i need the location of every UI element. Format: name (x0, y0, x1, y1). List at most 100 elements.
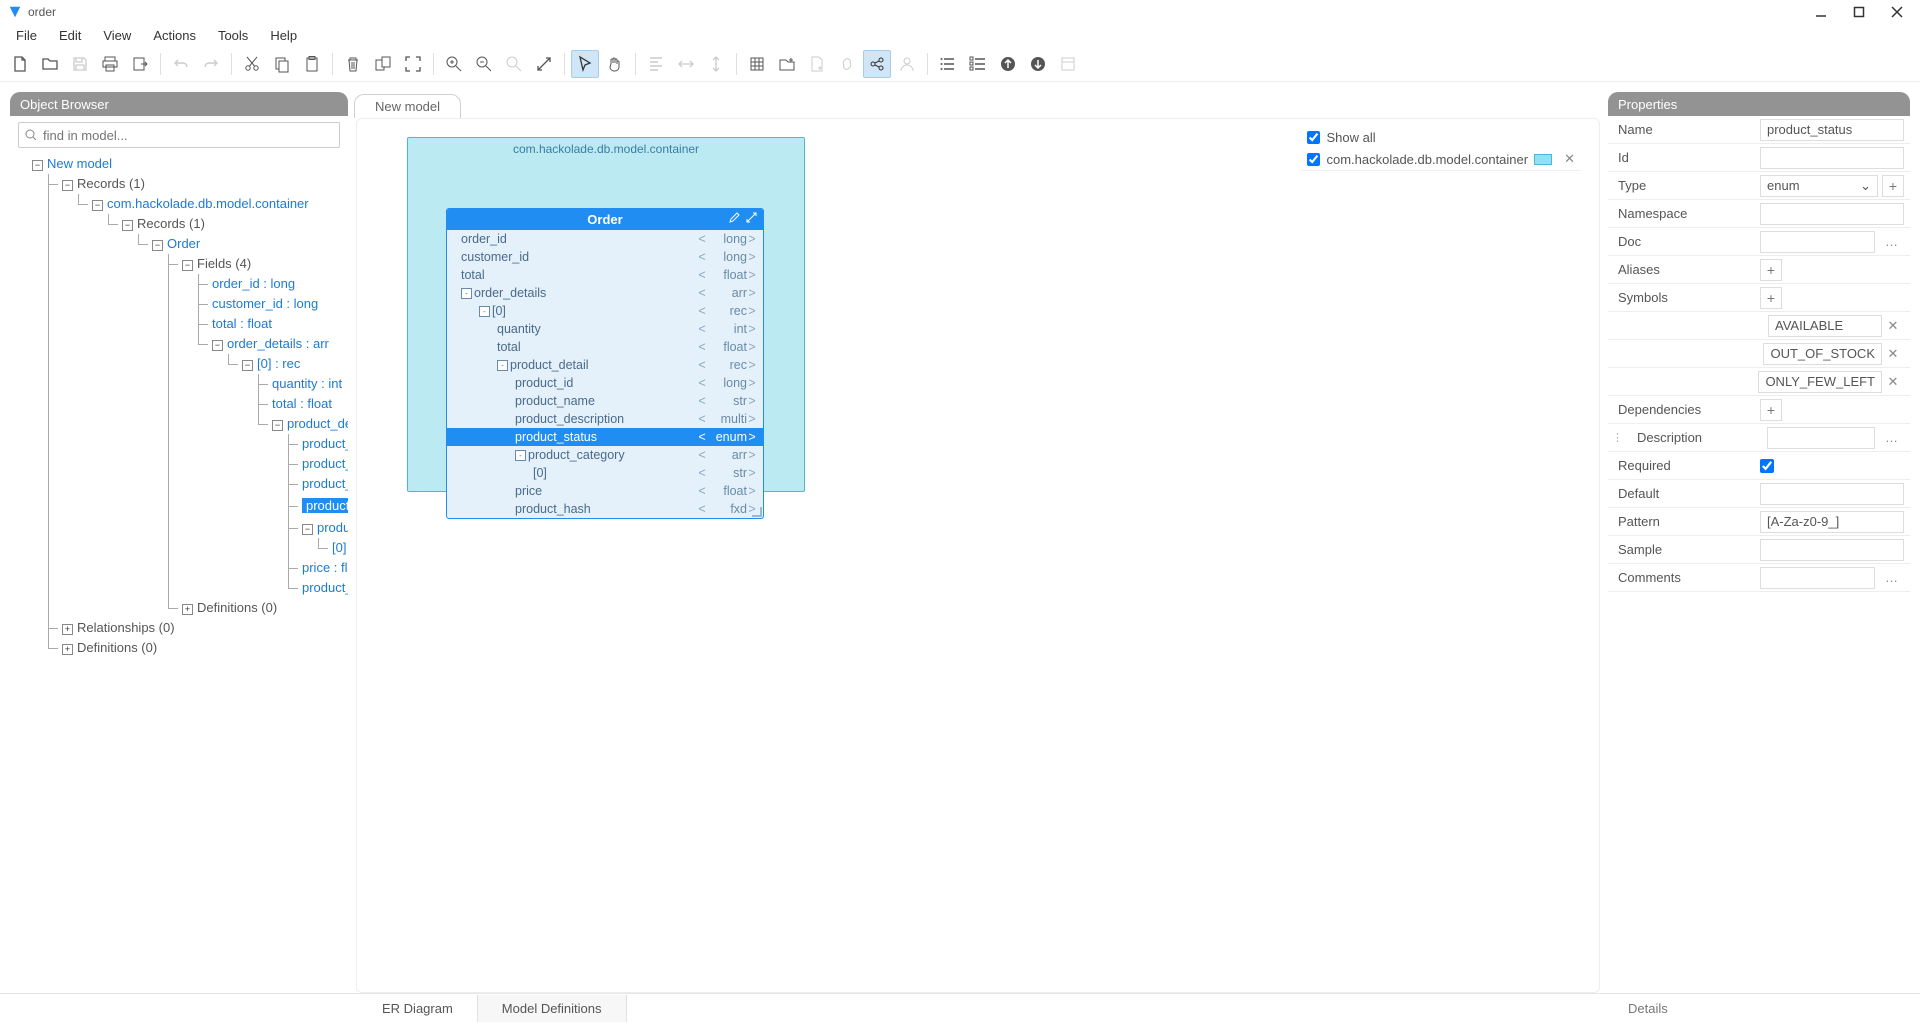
tree-container[interactable]: com.hackolade.db.model.container (107, 196, 309, 211)
tree-toggle[interactable]: − (302, 524, 313, 535)
tree-fields[interactable]: Fields (4) (197, 256, 251, 271)
prop-comments-input[interactable] (1760, 567, 1875, 589)
tree-toggle[interactable]: − (242, 360, 253, 371)
tree-toggle[interactable]: − (182, 260, 193, 271)
model-tab[interactable]: New model (354, 94, 461, 118)
tree-toggle[interactable]: − (122, 220, 133, 231)
show-all-checkbox[interactable] (1307, 131, 1320, 144)
save-layout-icon[interactable] (1054, 50, 1082, 78)
add-dependency-button[interactable]: + (1760, 399, 1782, 421)
duplicate-icon[interactable] (369, 50, 397, 78)
entity-row[interactable]: order_id<long> (447, 230, 763, 248)
add-symbol-button[interactable]: + (1760, 287, 1782, 309)
menu-tools[interactable]: Tools (208, 26, 258, 45)
prop-sample-input[interactable] (1760, 539, 1904, 561)
row-toggle[interactable]: - (461, 288, 472, 299)
tree-order[interactable]: Order (167, 236, 200, 251)
entity-order[interactable]: Order order_id<long>customer_id<long>tot… (446, 208, 764, 519)
tree-item[interactable]: order_details : arr (227, 336, 329, 351)
show-container-checkbox[interactable] (1307, 153, 1320, 166)
prop-default-input[interactable] (1760, 483, 1904, 505)
add-container-icon[interactable] (773, 50, 801, 78)
move-down-icon[interactable] (1024, 50, 1052, 78)
add-type-button[interactable]: + (1882, 175, 1904, 197)
tree-item[interactable]: total : float (272, 396, 332, 411)
tree-item-selected[interactable]: product_status : enum (302, 498, 348, 513)
drag-grip-icon[interactable]: ⋮ (1608, 431, 1627, 444)
entity-row[interactable]: total<float> (447, 338, 763, 356)
user-icon[interactable] (893, 50, 921, 78)
maximize-icon[interactable] (1852, 5, 1866, 19)
tree-records-sub[interactable]: Records (1) (137, 216, 205, 231)
distribute-v-icon[interactable] (702, 50, 730, 78)
prop-name-input[interactable] (1760, 119, 1904, 141)
entity-row[interactable]: total<float> (447, 266, 763, 284)
entity-row[interactable]: -order_details<arr> (447, 284, 763, 302)
entity-row[interactable]: product_hash<fxd> (447, 500, 763, 518)
tree-relationships[interactable]: Relationships (0) (77, 620, 175, 635)
tree-toggle[interactable]: − (212, 340, 223, 351)
entity-row[interactable]: product_description<multi> (447, 410, 763, 428)
remove-symbol-icon[interactable]: ✕ (1882, 346, 1904, 362)
tree-records[interactable]: Records (1) (77, 176, 145, 191)
hand-tool-icon[interactable] (601, 50, 629, 78)
menu-view[interactable]: View (93, 26, 141, 45)
tree-item[interactable]: product_description : (302, 476, 348, 491)
prop-description-input[interactable] (1767, 427, 1875, 449)
row-toggle[interactable]: - (479, 306, 490, 317)
symbol-value[interactable]: AVAILABLE (1768, 315, 1882, 337)
tree-item[interactable]: product_category : ar (317, 520, 348, 535)
tree-toggle[interactable]: − (32, 160, 43, 171)
prop-required-checkbox[interactable] (1760, 459, 1774, 473)
entity-row[interactable]: product_status<enum> (447, 428, 763, 446)
tree-item[interactable]: order_id : long (212, 276, 295, 291)
pointer-tool-icon[interactable] (571, 50, 599, 78)
remove-icon[interactable]: ✕ (1564, 151, 1575, 167)
link-icon[interactable] (833, 50, 861, 78)
expand-entity-icon[interactable] (746, 212, 757, 223)
copy-icon[interactable] (268, 50, 296, 78)
fit-icon[interactable] (399, 50, 427, 78)
entity-row[interactable]: quantity<int> (447, 320, 763, 338)
container-box[interactable]: com.hackolade.db.model.container Order o… (407, 137, 805, 492)
tree-item[interactable]: customer_id : long (212, 296, 318, 311)
tab-model-definitions[interactable]: Model Definitions (478, 995, 627, 1022)
distribute-h-icon[interactable] (672, 50, 700, 78)
list-ordered-icon[interactable] (964, 50, 992, 78)
print-icon[interactable] (96, 50, 124, 78)
prop-namespace-input[interactable] (1760, 203, 1904, 225)
entity-row[interactable]: -product_category<arr> (447, 446, 763, 464)
menu-help[interactable]: Help (260, 26, 307, 45)
edit-icon[interactable] (729, 212, 740, 223)
save-icon[interactable] (66, 50, 94, 78)
row-toggle[interactable]: - (515, 450, 526, 461)
entity-row[interactable]: customer_id<long> (447, 248, 763, 266)
more-icon[interactable]: … (1879, 430, 1904, 445)
redo-icon[interactable] (197, 50, 225, 78)
details-tab[interactable]: Details (1608, 1001, 1920, 1016)
move-up-icon[interactable] (994, 50, 1022, 78)
tree-item[interactable]: product_id : long (302, 436, 348, 451)
prop-pattern-input[interactable] (1760, 511, 1904, 533)
prop-doc-input[interactable] (1760, 231, 1875, 253)
tree-item[interactable]: [0] : str (332, 540, 348, 555)
list-icon[interactable] (934, 50, 962, 78)
zoom-in-icon[interactable] (440, 50, 468, 78)
prop-id-input[interactable] (1760, 147, 1904, 169)
menu-actions[interactable]: Actions (143, 26, 206, 45)
grid-icon[interactable] (743, 50, 771, 78)
menu-edit[interactable]: Edit (49, 26, 91, 45)
entity-row[interactable]: -[0]<rec> (447, 302, 763, 320)
tree-toggle[interactable]: + (182, 604, 193, 615)
tree-toggle[interactable]: + (62, 644, 73, 655)
entity-row[interactable]: product_name<str> (447, 392, 763, 410)
cut-icon[interactable] (238, 50, 266, 78)
search-input[interactable] (18, 122, 340, 148)
search-field[interactable] (43, 128, 333, 143)
tree-item[interactable]: price : float (302, 560, 348, 575)
tree-toggle[interactable]: + (62, 624, 73, 635)
tree-item[interactable]: total : float (212, 316, 272, 331)
entity-row[interactable]: [0]<str> (447, 464, 763, 482)
minimize-icon[interactable] (1814, 5, 1828, 19)
remove-symbol-icon[interactable]: ✕ (1882, 374, 1904, 390)
